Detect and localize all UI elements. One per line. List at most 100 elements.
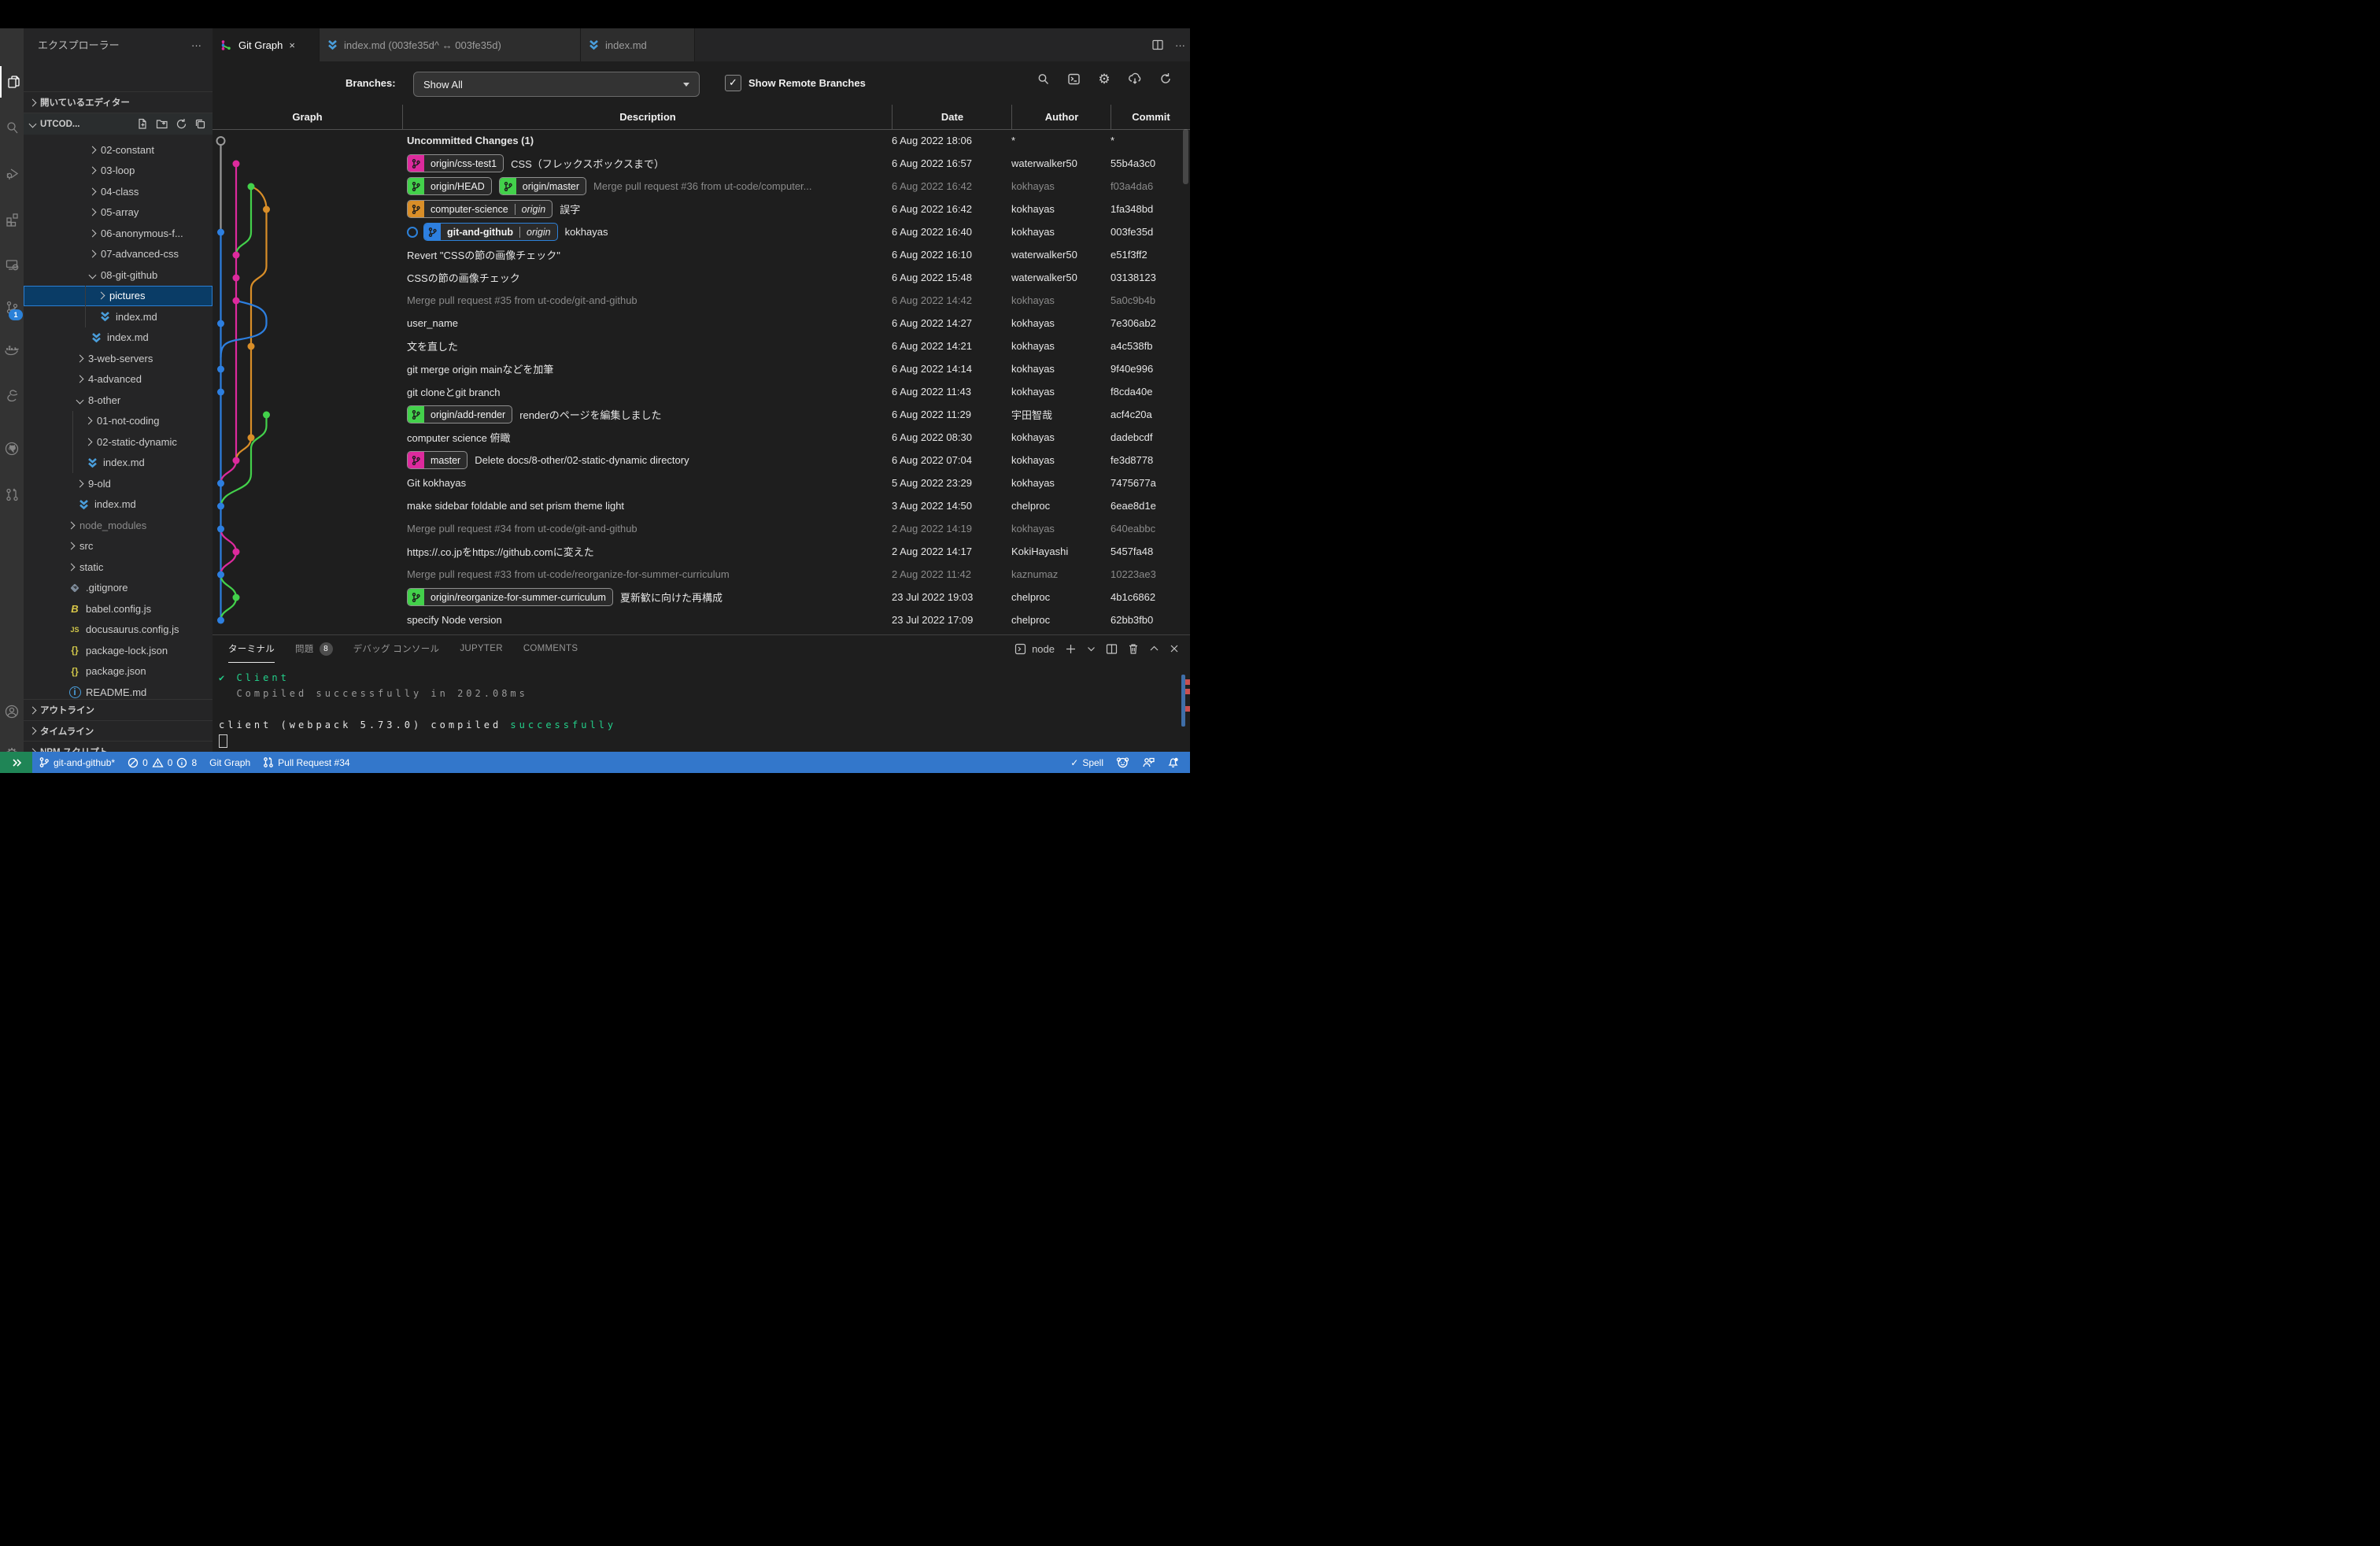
refresh-icon[interactable]: [176, 118, 187, 130]
docker-icon[interactable]: [0, 334, 24, 365]
branch-badge[interactable]: git-and-githuborigin: [423, 223, 558, 241]
git-graph-status[interactable]: Git Graph: [203, 752, 257, 773]
tree-item-08-git-github[interactable]: 08-git-github: [24, 264, 213, 286]
timeline-section[interactable]: タイムライン: [24, 720, 213, 742]
commit-row[interactable]: make sidebar foldable and set prism them…: [213, 494, 1190, 517]
tree-item-docusaurus-config-js[interactable]: JSdocusaurus.config.js: [24, 620, 213, 641]
tree-item-02-static-dynamic[interactable]: 02-static-dynamic: [24, 431, 213, 453]
commit-row[interactable]: origin/css-test1CSS（フレックスボックスまで）6 Aug 20…: [213, 152, 1190, 175]
maximize-panel-icon[interactable]: [1149, 644, 1159, 653]
column-header-author[interactable]: Author: [1011, 105, 1111, 129]
tree-item-package-json[interactable]: {}package.json: [24, 661, 213, 682]
editor-scrollbar[interactable]: [1183, 129, 1188, 184]
commit-row[interactable]: Merge pull request #34 from ut-code/git-…: [213, 517, 1190, 540]
collapse-all-icon[interactable]: [194, 118, 206, 130]
terminal-instance[interactable]: node: [1014, 643, 1055, 655]
tab-git-graph[interactable]: Git Graph ×: [213, 28, 320, 61]
extensions-icon[interactable]: [0, 203, 24, 235]
branch-badge[interactable]: origin/HEAD: [407, 177, 492, 195]
panel-tab-jupyter[interactable]: JUPYTER: [460, 635, 503, 662]
notifications-bell-icon[interactable]: [1161, 752, 1185, 773]
commit-row[interactable]: specify Node version23 Jul 2022 17:09che…: [213, 608, 1190, 631]
more-actions-icon[interactable]: ···: [191, 28, 201, 63]
branch-badge[interactable]: master: [407, 451, 468, 469]
problems-status[interactable]: 0 0 8: [121, 752, 203, 773]
remote-indicator[interactable]: [0, 752, 32, 773]
commit-row[interactable]: CSSの節の画像チェック6 Aug 2022 15:48waterwalker5…: [213, 266, 1190, 289]
pull-request-icon[interactable]: [0, 479, 24, 510]
tab-index-md-diff[interactable]: index.md (003fe35d^ ↔ 003fe35d): [320, 28, 581, 61]
terminal-icon[interactable]: [1066, 72, 1081, 86]
tree-item-pictures[interactable]: pictures: [24, 286, 213, 307]
github-icon[interactable]: [0, 433, 24, 464]
outline-section[interactable]: アウトライン: [24, 699, 213, 721]
commit-row[interactable]: Merge pull request #35 from ut-code/git-…: [213, 289, 1190, 312]
commit-row[interactable]: Revert "CSSの節の画像チェック"6 Aug 2022 16:10wat…: [213, 243, 1190, 266]
column-header-date[interactable]: Date: [892, 105, 1012, 129]
tree-item-02-constant[interactable]: 02-constant: [24, 139, 213, 161]
commit-row[interactable]: 文を直した6 Aug 2022 14:21kokhayasa4c538fb: [213, 335, 1190, 357]
tree-item-05-array[interactable]: 05-array: [24, 202, 213, 224]
tree-item-index-md[interactable]: index.md: [24, 306, 213, 327]
bird-icon[interactable]: [0, 379, 24, 411]
split-terminal-icon[interactable]: [1106, 643, 1118, 655]
commit-row[interactable]: computer science 俯瞰6 Aug 2022 08:30kokha…: [213, 426, 1190, 449]
commit-row[interactable]: origin/add-renderrenderのページを編集しました6 Aug …: [213, 403, 1190, 426]
open-editors-section[interactable]: 開いているエディター: [24, 91, 213, 113]
refresh-icon[interactable]: [1159, 72, 1173, 86]
settings-icon[interactable]: ⚙: [1097, 72, 1111, 86]
tree-item-babel-config-js[interactable]: Bbabel.config.js: [24, 598, 213, 620]
run-debug-icon[interactable]: [0, 157, 24, 189]
tree-item-9-old[interactable]: 9-old: [24, 473, 213, 494]
commit-row[interactable]: git cloneとgit branch6 Aug 2022 11:43kokh…: [213, 380, 1190, 403]
branch-status[interactable]: git-and-github*: [32, 752, 121, 773]
pet-icon[interactable]: [1110, 752, 1136, 773]
commit-row[interactable]: Merge pull request #33 from ut-code/reor…: [213, 563, 1190, 586]
commit-row[interactable]: Git kokhayas5 Aug 2022 23:29kokhayas7475…: [213, 472, 1190, 494]
commit-row[interactable]: user_name6 Aug 2022 14:27kokhayas7e306ab…: [213, 312, 1190, 335]
tree-item-3-web-servers[interactable]: 3-web-servers: [24, 348, 213, 369]
find-commit-icon[interactable]: [1036, 72, 1050, 86]
commit-row[interactable]: https://.co.jpをhttps://github.comに変えた2 A…: [213, 540, 1190, 563]
tree-item-src[interactable]: src: [24, 536, 213, 557]
new-file-icon[interactable]: [137, 118, 149, 130]
branch-badge[interactable]: origin/add-render: [407, 405, 512, 423]
search-icon[interactable]: [0, 112, 24, 143]
tree-item-index-md[interactable]: index.md: [24, 327, 213, 349]
commit-row[interactable]: git-and-githuboriginkokhayas6 Aug 2022 1…: [213, 220, 1190, 243]
tree-item-index-md[interactable]: index.md: [24, 494, 213, 516]
new-terminal-icon[interactable]: [1065, 643, 1077, 655]
account-icon[interactable]: [0, 696, 24, 727]
tree-item-8-other[interactable]: 8-other: [24, 390, 213, 411]
branch-badge[interactable]: origin/reorganize-for-summer-curriculum: [407, 588, 613, 606]
tree-item-01-not-coding[interactable]: 01-not-coding: [24, 411, 213, 432]
tree-item--gitignore[interactable]: .gitignore: [24, 578, 213, 599]
remote-explorer-icon[interactable]: [0, 249, 24, 280]
tree-item-03-loop[interactable]: 03-loop: [24, 161, 213, 182]
terminal-output[interactable]: ✔ Client Compiled successfully in 202.08…: [219, 670, 616, 749]
terminal-dropdown-icon[interactable]: [1087, 645, 1096, 653]
branches-dropdown[interactable]: Show All: [413, 72, 700, 97]
panel-tab-デバッグ-コンソール[interactable]: デバッグ コンソール: [353, 635, 440, 662]
tree-item-index-md[interactable]: index.md: [24, 453, 213, 474]
branch-badge[interactable]: origin/css-test1: [407, 154, 504, 172]
commit-row[interactable]: origin/HEADorigin/masterMerge pull reque…: [213, 175, 1190, 198]
panel-tab-comments[interactable]: COMMENTS: [523, 635, 578, 662]
explorer-icon[interactable]: [0, 66, 25, 98]
close-panel-icon[interactable]: [1170, 644, 1179, 653]
spell-checker-status[interactable]: ✓Spell: [1064, 752, 1110, 773]
commit-row[interactable]: git merge origin mainなどを加筆6 Aug 2022 14:…: [213, 357, 1190, 380]
commit-row[interactable]: computer-scienceorigin誤字6 Aug 2022 16:42…: [213, 198, 1190, 220]
tree-item-static[interactable]: static: [24, 557, 213, 578]
commit-row[interactable]: masterDelete docs/8-other/02-static-dyna…: [213, 449, 1190, 472]
branch-badge[interactable]: computer-scienceorigin: [407, 200, 552, 218]
tree-item-4-advanced[interactable]: 4-advanced: [24, 369, 213, 390]
show-remote-branches-checkbox[interactable]: ✓: [725, 75, 741, 91]
feedback-icon[interactable]: [1136, 752, 1161, 773]
kill-terminal-icon[interactable]: [1128, 643, 1139, 655]
workspace-section[interactable]: UTCOD...: [24, 113, 213, 135]
tree-item-package-lock-json[interactable]: {}package-lock.json: [24, 640, 213, 661]
pull-request-status[interactable]: Pull Request #34: [257, 752, 356, 773]
tree-item-node-modules[interactable]: node_modules: [24, 515, 213, 536]
column-header-description[interactable]: Description: [402, 105, 893, 129]
